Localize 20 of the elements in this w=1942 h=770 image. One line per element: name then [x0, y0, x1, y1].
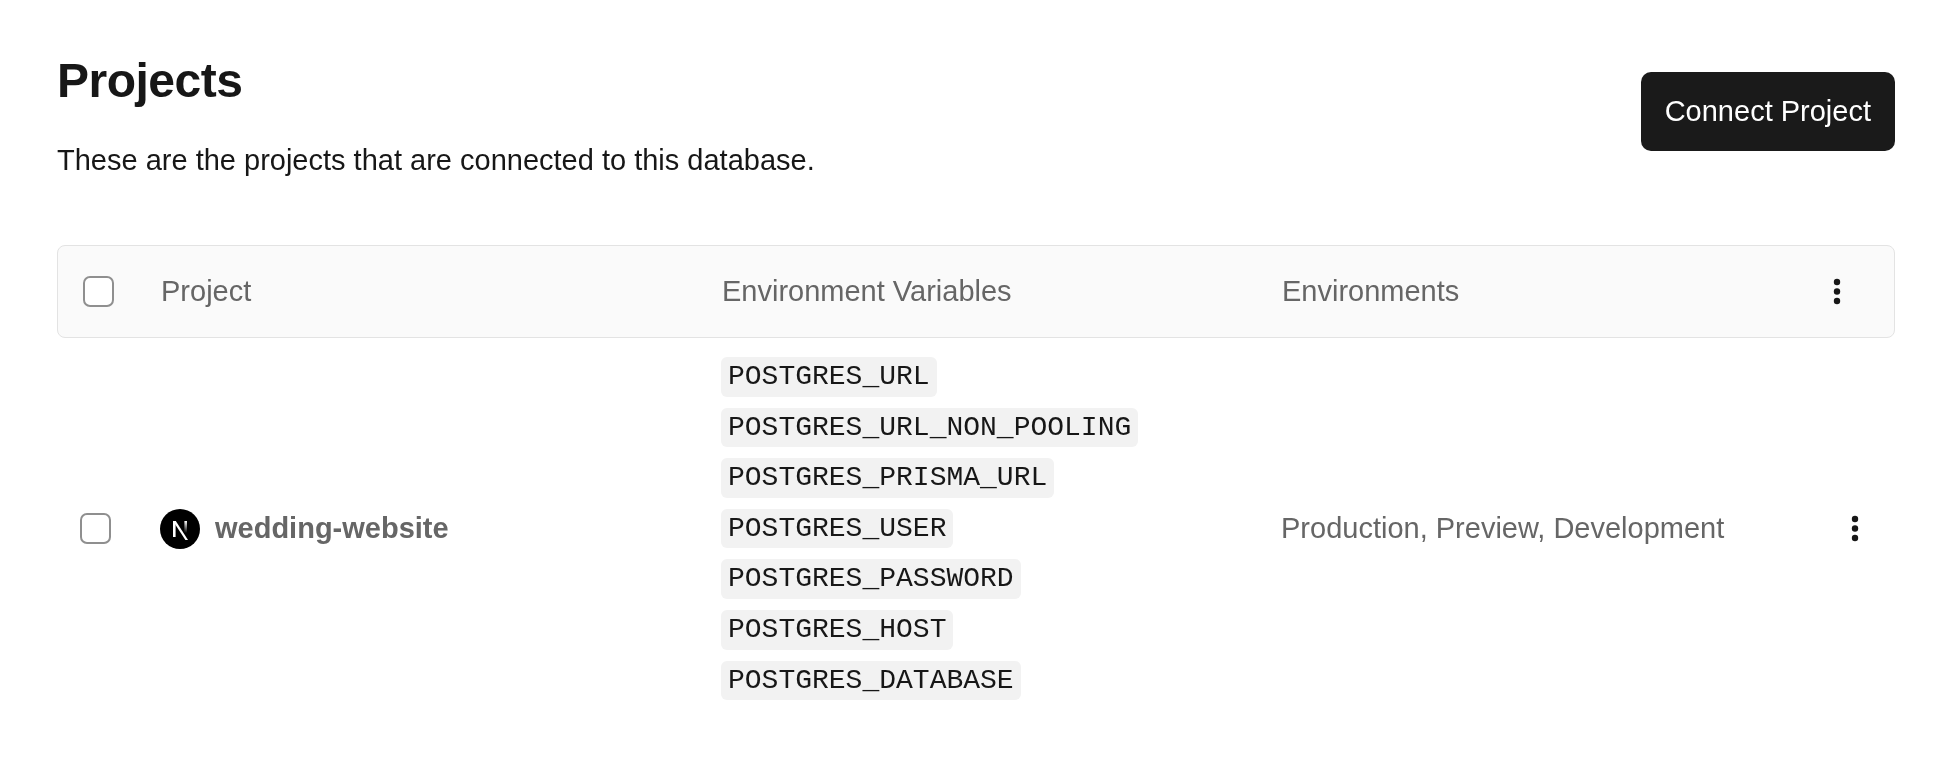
connect-project-button[interactable]: Connect Project	[1640, 72, 1895, 151]
kebab-menu-icon[interactable]	[1833, 278, 1841, 306]
project-logo-icon	[160, 508, 200, 549]
env-variable-tag: POSTGRES_PRISMA_URL	[721, 458, 1055, 498]
env-variable-tag: POSTGRES_PASSWORD	[721, 559, 1021, 600]
env-variable-tag: POSTGRES_HOST	[721, 610, 954, 650]
page-description: These are the projects that are connected to this database.	[57, 142, 815, 178]
environments-text: Production, Preview, Development	[1281, 511, 1725, 544]
project-name-link[interactable]: wedding-website	[215, 506, 449, 551]
column-header: Environment Variables	[722, 274, 1012, 307]
page-title: Projects	[57, 53, 244, 109]
column-header: Project	[161, 274, 252, 307]
env-variable-tag: POSTGRES_URL_NON_POOLING	[721, 407, 1139, 448]
env-variable-tag: POSTGRES_DATABASE	[721, 660, 1021, 701]
column-header: Environments	[1282, 274, 1460, 307]
select-all-checkbox[interactable]	[83, 276, 114, 308]
env-variable-tag: POSTGRES_USER	[721, 508, 954, 549]
kebab-menu-icon[interactable]	[1851, 515, 1859, 543]
row-checkbox[interactable]	[80, 513, 111, 545]
env-variable-tag: POSTGRES_URL	[721, 357, 937, 397]
